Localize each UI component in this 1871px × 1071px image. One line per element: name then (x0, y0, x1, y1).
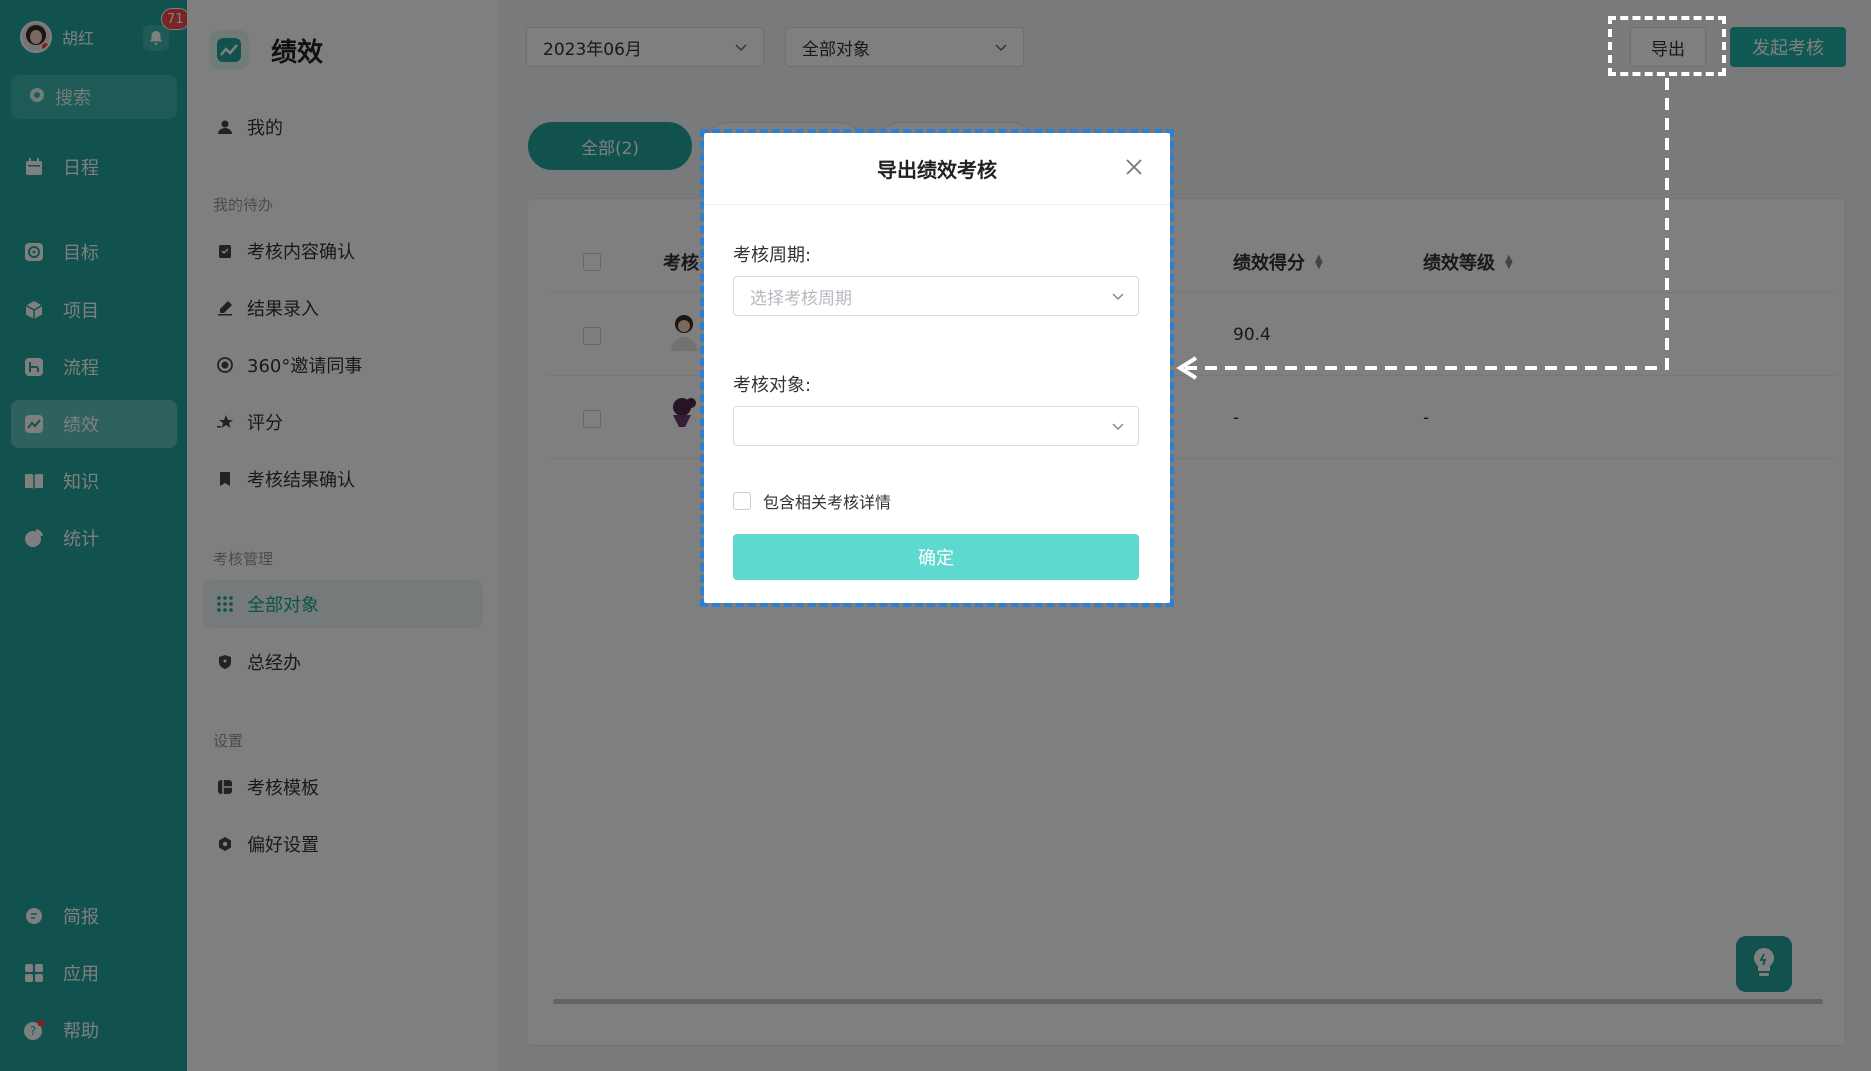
app-window: 胡红 71 搜索 日程 目标 项目 流程 绩效 (0, 0, 1871, 1071)
dialog-highlight-outline (700, 129, 1174, 607)
export-highlight-box (1608, 16, 1726, 76)
